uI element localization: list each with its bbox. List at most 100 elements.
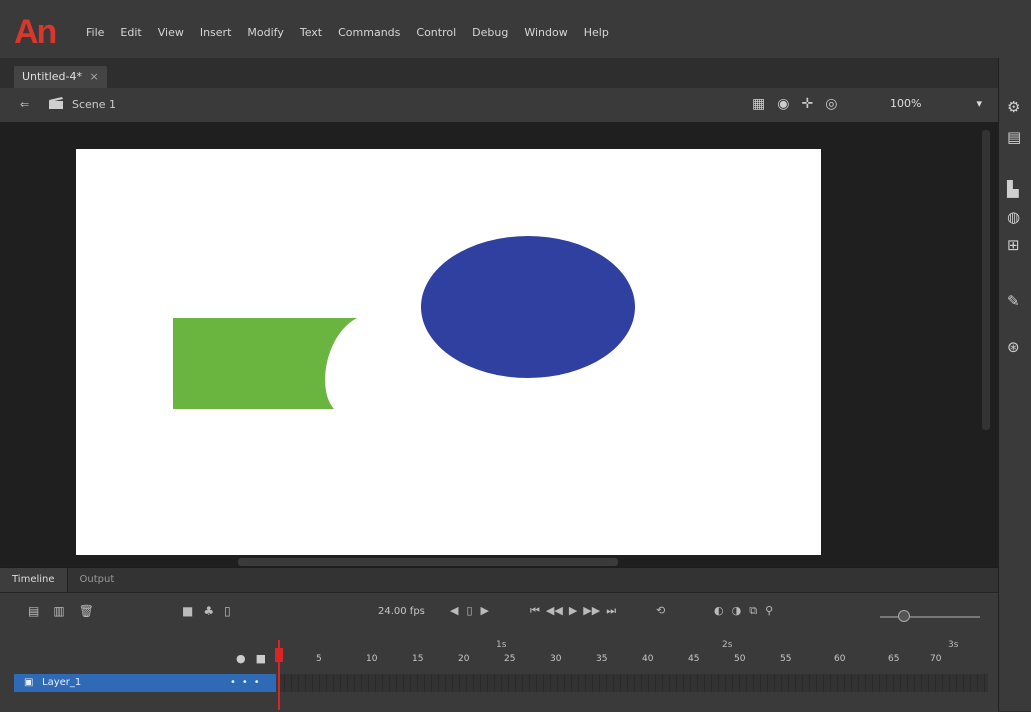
edit-multiple-icon[interactable]: ⧉ bbox=[749, 604, 757, 618]
play-icon[interactable]: ▶ bbox=[569, 604, 577, 618]
new-folder-icon[interactable]: ▥ bbox=[53, 604, 64, 618]
back-arrow-icon[interactable]: ⇐ bbox=[20, 98, 29, 111]
horizontal-scrollbar[interactable] bbox=[238, 558, 618, 566]
lock-icon[interactable]: ■ bbox=[256, 652, 266, 665]
step-controls: ◀ ▯ ▶ bbox=[450, 604, 489, 617]
transform-icon[interactable]: ⊞ bbox=[1007, 236, 1020, 254]
timeline-zoom-slider[interactable] bbox=[880, 616, 980, 618]
next-frame-icon[interactable]: ▶▶ bbox=[583, 604, 600, 618]
fps-readout[interactable]: 24.00 fps bbox=[378, 606, 425, 617]
menu-modify[interactable]: Modify bbox=[247, 26, 283, 39]
ruler-number: 65 bbox=[888, 654, 900, 664]
timeline-toolbar: ▤ ▥ 🗑 ■ ♣ ▯ 24.00 fps ◀ ▯ ▶ ⏮ ◀◀ ▶ ▶▶ ⏭ … bbox=[0, 596, 998, 628]
zoom-select[interactable]: 100% ▾ bbox=[890, 97, 982, 113]
last-frame-icon[interactable]: ⏭ bbox=[606, 604, 616, 618]
library-icon[interactable]: ▤ bbox=[1007, 128, 1021, 146]
layer-toggles[interactable]: ••• bbox=[230, 674, 266, 692]
center-stage-icon[interactable]: ✛ bbox=[801, 96, 813, 112]
eye-icon[interactable]: ● bbox=[236, 652, 246, 665]
layer-frames[interactable] bbox=[278, 674, 988, 692]
ruler-number: 40 bbox=[642, 654, 654, 664]
insert-tween-icon[interactable]: ⚲ bbox=[765, 604, 773, 618]
ruler-number: 55 bbox=[780, 654, 792, 664]
menu-help[interactable]: Help bbox=[584, 26, 609, 39]
layer-tools: ▤ ▥ 🗑 bbox=[28, 604, 94, 618]
loop-icon[interactable]: ⟲ bbox=[656, 604, 665, 617]
stage-artwork bbox=[173, 236, 635, 409]
stage-pasteboard bbox=[0, 122, 998, 567]
document-tab[interactable]: Untitled-4* × bbox=[14, 66, 107, 88]
camera-tools: ■ ♣ ▯ bbox=[182, 604, 231, 618]
color-icon[interactable]: ◍ bbox=[1007, 208, 1020, 226]
ruler-second: 3s bbox=[948, 640, 959, 650]
delete-layer-icon[interactable]: 🗑 bbox=[79, 604, 94, 618]
green-rectangle-shape[interactable] bbox=[173, 318, 357, 409]
ruler-number: 70 bbox=[930, 654, 942, 664]
menu-control[interactable]: Control bbox=[416, 26, 456, 39]
scene-label: Scene 1 bbox=[72, 98, 117, 111]
layer-label: Layer_1 bbox=[42, 677, 82, 688]
close-icon[interactable]: × bbox=[89, 70, 98, 83]
chevron-down-icon: ▾ bbox=[976, 97, 982, 110]
edit-bar: ⇐ Scene 1 ▦ ◉ ✛ ◎ 100% ▾ bbox=[0, 88, 998, 123]
ruler-number: 20 bbox=[458, 654, 470, 664]
menu-commands[interactable]: Commands bbox=[338, 26, 400, 39]
edit-symbols-icon[interactable]: ▦ bbox=[752, 96, 765, 112]
camera-icon[interactable]: ◉ bbox=[777, 96, 789, 112]
ruler-number: 5 bbox=[316, 654, 322, 664]
layer-icon: ▣ bbox=[24, 677, 34, 688]
menu-bar: An File Edit View Insert Modify Text Com… bbox=[0, 0, 1031, 59]
tab-timeline[interactable]: Timeline bbox=[0, 568, 68, 592]
tab-output[interactable]: Output bbox=[68, 568, 127, 592]
clip-icon[interactable]: ◎ bbox=[825, 96, 837, 112]
frame-box-icon[interactable]: ▯ bbox=[466, 604, 472, 617]
layer-column-icons: ● ■ bbox=[236, 652, 266, 665]
ruler-second: 1s bbox=[496, 640, 507, 650]
clapper-icon[interactable] bbox=[48, 96, 64, 114]
frame-marker-icon[interactable]: ▯ bbox=[224, 604, 231, 618]
prev-frame-icon[interactable]: ◀◀ bbox=[546, 604, 563, 618]
ruler-number: 25 bbox=[504, 654, 516, 664]
animate-logo: An bbox=[14, 12, 72, 52]
ruler-number: 50 bbox=[734, 654, 746, 664]
align-icon[interactable]: ▙ bbox=[1007, 180, 1019, 198]
menu-window[interactable]: Window bbox=[524, 26, 567, 39]
ruler-number: 45 bbox=[688, 654, 700, 664]
timeline-tabs: Timeline Output bbox=[0, 568, 998, 593]
timeline-zoom-knob[interactable] bbox=[898, 610, 910, 622]
layer-row[interactable]: ▣ Layer_1 ••• bbox=[0, 674, 998, 692]
menu-view[interactable]: View bbox=[158, 26, 184, 39]
onion-skin-icon[interactable]: ◐ bbox=[714, 604, 724, 618]
vertical-scrollbar[interactable] bbox=[982, 130, 990, 430]
brush-icon[interactable]: ✎ bbox=[1007, 292, 1020, 310]
timeline-panel: Timeline Output ▤ ▥ 🗑 ■ ♣ ▯ 24.00 fps ◀ … bbox=[0, 567, 998, 712]
components-icon[interactable]: ⊛ bbox=[1007, 338, 1020, 356]
ruler-number: 30 bbox=[550, 654, 562, 664]
ruler-number: 35 bbox=[596, 654, 608, 664]
playhead-handle[interactable] bbox=[275, 648, 283, 662]
camera-toggle-icon[interactable]: ■ bbox=[182, 604, 193, 618]
ruler-second: 2s bbox=[722, 640, 733, 650]
first-frame-icon[interactable]: ⏮ bbox=[530, 604, 540, 618]
menu-file[interactable]: File bbox=[86, 26, 104, 39]
properties-icon[interactable]: ⚙ bbox=[1007, 98, 1020, 116]
onion-outline-icon[interactable]: ◑ bbox=[732, 604, 742, 618]
stage-tools: ▦ ◉ ✛ ◎ bbox=[752, 96, 837, 112]
menu-insert[interactable]: Insert bbox=[200, 26, 232, 39]
new-layer-icon[interactable]: ▤ bbox=[28, 604, 39, 618]
zoom-value: 100% bbox=[890, 97, 922, 110]
menu-edit[interactable]: Edit bbox=[120, 26, 141, 39]
menu-text[interactable]: Text bbox=[300, 26, 322, 39]
loop-controls: ⟲ bbox=[656, 604, 665, 617]
stage[interactable] bbox=[76, 149, 821, 555]
step-forward-icon[interactable]: ▶ bbox=[481, 604, 489, 617]
blue-ellipse-shape[interactable] bbox=[421, 236, 635, 378]
menu-debug[interactable]: Debug bbox=[472, 26, 508, 39]
frame-ruler[interactable]: 1s 2s 3s 5 10 15 20 25 30 35 40 45 50 55… bbox=[278, 640, 988, 672]
ruler-number: 60 bbox=[834, 654, 846, 664]
menu-items: File Edit View Insert Modify Text Comman… bbox=[86, 26, 609, 39]
step-back-icon[interactable]: ◀ bbox=[450, 604, 458, 617]
document-tab-label: Untitled-4* bbox=[22, 70, 82, 83]
layer-name-cell[interactable]: ▣ Layer_1 ••• bbox=[14, 674, 276, 692]
parent-view-icon[interactable]: ♣ bbox=[203, 604, 214, 618]
